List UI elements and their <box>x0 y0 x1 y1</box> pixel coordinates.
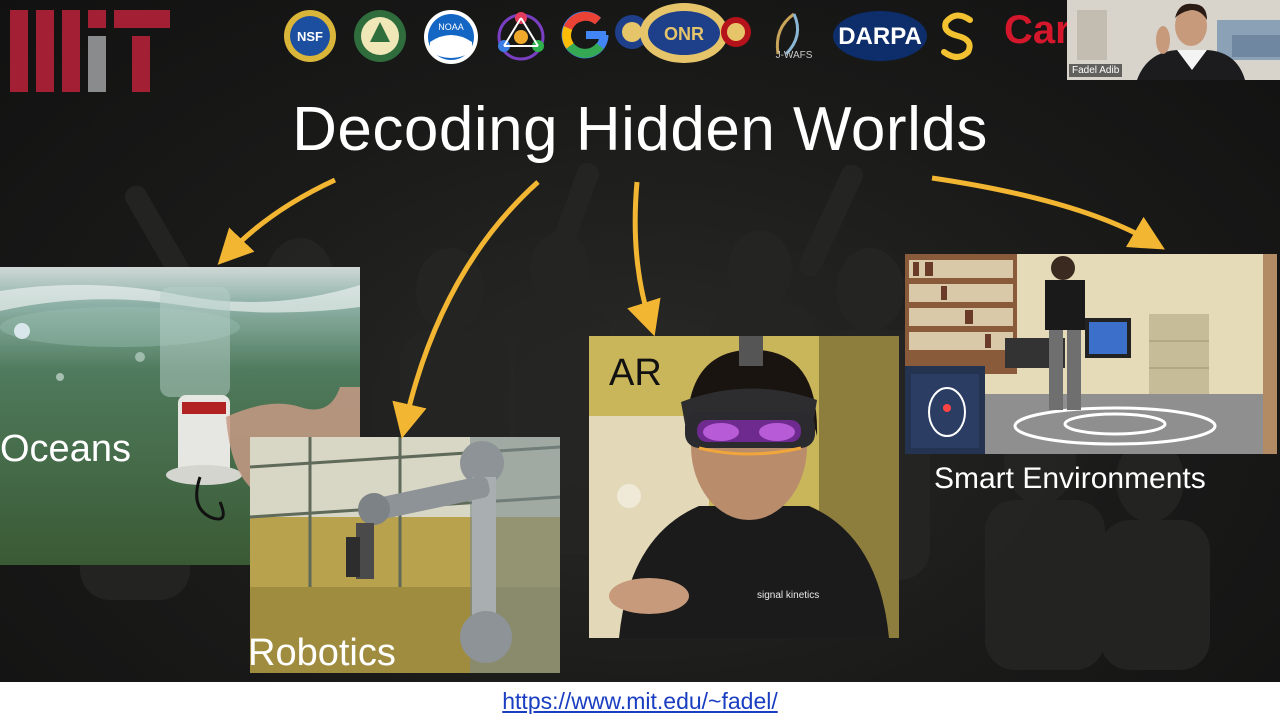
google-logo <box>561 11 609 59</box>
partial-sponsor-logo: Car <box>1004 8 1071 52</box>
svg-text:J-WAFS: J-WAFS <box>776 50 813 61</box>
svg-text:signal kinetics: signal kinetics <box>757 590 819 601</box>
footer-url-link[interactable]: https://www.mit.edu/~fadel/ <box>502 688 778 715</box>
noaa-logo: NOAA <box>424 10 478 64</box>
robotics-label: Robotics <box>248 632 396 674</box>
onr-logo: ONR <box>615 3 751 63</box>
svg-text:NSF: NSF <box>297 29 323 44</box>
smart-environments-label: Smart Environments <box>934 462 1206 495</box>
doe-seal-logo <box>354 10 406 62</box>
slide-title: Decoding Hidden Worlds <box>292 95 988 164</box>
network-molecule-logo <box>497 12 545 61</box>
jwafs-logo: J-WAFS <box>776 12 813 61</box>
svg-text:ONR: ONR <box>664 24 704 44</box>
footer-bar: https://www.mit.edu/~fadel/ <box>0 682 1280 720</box>
svg-text:DARPA: DARPA <box>838 23 922 50</box>
sponsor-logos: NSF NOAA ONR J-WAFS DARPA <box>282 2 1072 64</box>
svg-text:NOAA: NOAA <box>438 22 464 32</box>
oceans-label: Oceans <box>0 428 131 470</box>
participant-name-label: Fadel Adib <box>1069 64 1123 77</box>
ar-label: AR <box>609 352 662 394</box>
s-brand-logo <box>941 12 973 60</box>
webcam-video-tile[interactable]: Fadel Adib <box>1067 0 1280 80</box>
nsf-logo: NSF <box>284 10 336 62</box>
slide: NSF NOAA ONR J-WAFS DARPA Car Decoding H… <box>0 0 1280 682</box>
mit-logo <box>10 10 170 92</box>
darpa-logo: DARPA <box>833 11 927 61</box>
smart-environments-photo <box>905 254 1277 454</box>
